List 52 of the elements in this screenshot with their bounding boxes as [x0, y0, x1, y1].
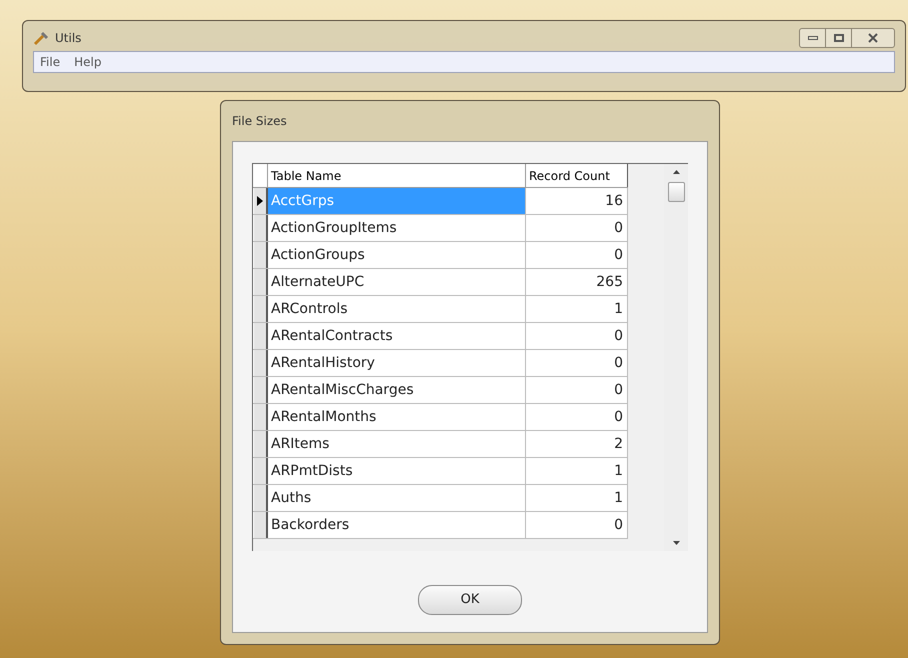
ok-button[interactable]: OK	[418, 585, 522, 615]
row-header[interactable]	[253, 242, 268, 268]
table-cell: Auths	[268, 485, 526, 511]
scroll-down-icon[interactable]	[672, 541, 680, 545]
table-cell: Backorders	[268, 512, 526, 538]
row-header[interactable]	[253, 188, 268, 214]
table-cell: AcctGrps	[268, 188, 526, 214]
row-header[interactable]	[253, 350, 268, 376]
row-header[interactable]	[253, 431, 268, 457]
table-cell: ActionGroups	[268, 242, 526, 268]
row-header[interactable]	[253, 404, 268, 430]
table-cell: ARControls	[268, 296, 526, 322]
table-cell: ARentalMonths	[268, 404, 526, 430]
column-header[interactable]: Record Count	[526, 164, 628, 187]
menu-item[interactable]: File	[40, 53, 60, 71]
row-header[interactable]	[253, 296, 268, 322]
table-cell: 1	[526, 485, 628, 511]
table-cell: 0	[526, 377, 628, 403]
table-cell: ActionGroupItems	[268, 215, 526, 241]
table-cell: AlternateUPC	[268, 269, 526, 295]
table-cell: ARentalMiscCharges	[268, 377, 526, 403]
current-row-icon	[257, 196, 263, 206]
row-header[interactable]	[253, 323, 268, 349]
table-cell: ARentalHistory	[268, 350, 526, 376]
table-cell: ARPmtDists	[268, 458, 526, 484]
table-cell: 0	[526, 242, 628, 268]
table-cell: 0	[526, 404, 628, 430]
table-cell: ARItems	[268, 431, 526, 457]
table-cell: 1	[526, 296, 628, 322]
column-header[interactable]: Table Name	[268, 164, 526, 187]
menu-item[interactable]: Help	[74, 53, 102, 71]
table-cell: ARentalContracts	[268, 323, 526, 349]
dialog-title: File Sizes	[232, 113, 287, 130]
row-header[interactable]	[253, 269, 268, 295]
row-header[interactable]	[253, 215, 268, 241]
window-title: Utils	[55, 30, 82, 47]
row-header[interactable]	[253, 485, 268, 511]
table-cell: 2	[526, 431, 628, 457]
table-cell: 0	[526, 215, 628, 241]
table-cell: 0	[526, 512, 628, 538]
table-cell: 16	[526, 188, 628, 214]
tools-icon	[33, 30, 49, 46]
table-cell: 1	[526, 458, 628, 484]
row-header[interactable]	[253, 458, 268, 484]
scroll-thumb[interactable]	[668, 182, 684, 202]
scroll-up-icon[interactable]	[672, 170, 680, 174]
table-cell: 0	[526, 323, 628, 349]
row-header[interactable]	[253, 512, 268, 538]
table-cell: 265	[526, 269, 628, 295]
row-header[interactable]	[253, 377, 268, 403]
table-cell: 0	[526, 350, 628, 376]
close-icon	[868, 33, 878, 43]
